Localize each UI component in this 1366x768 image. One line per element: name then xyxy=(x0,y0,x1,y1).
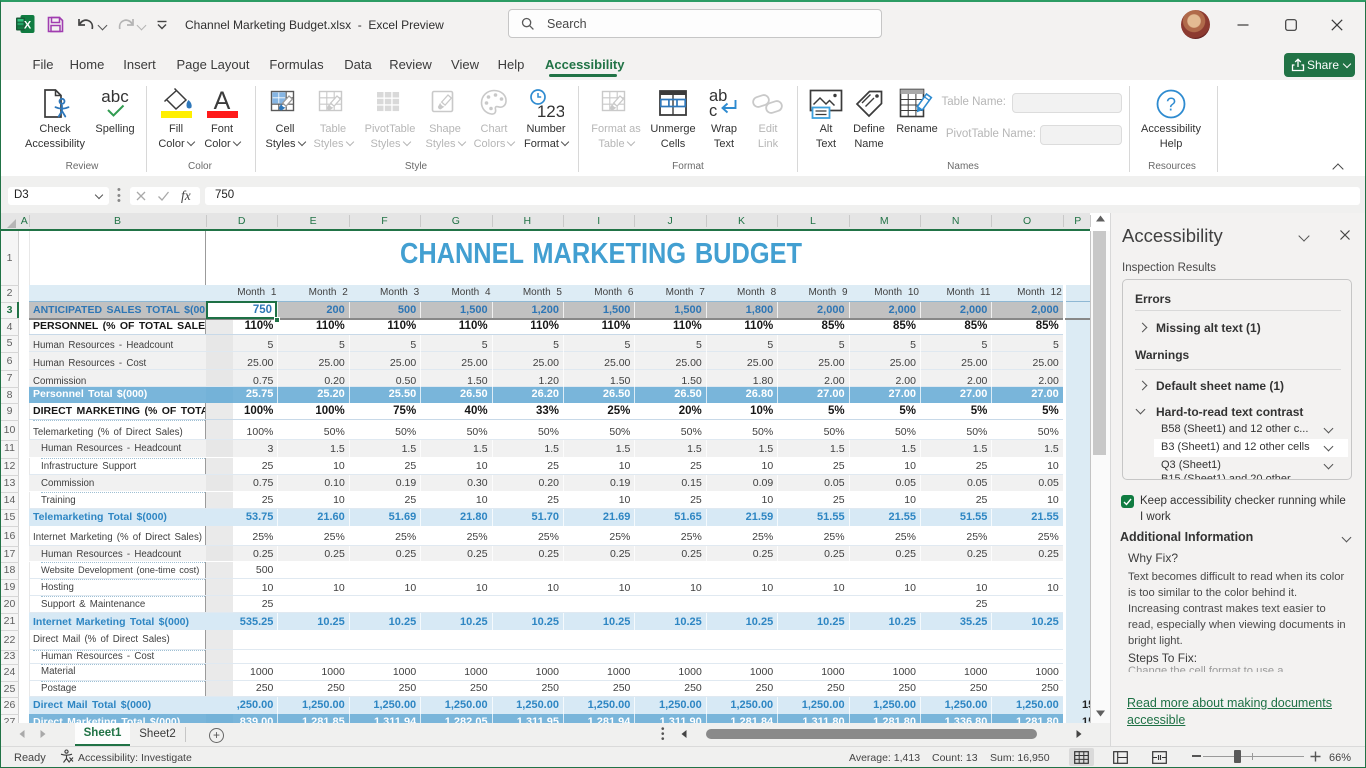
svg-text:abc: abc xyxy=(101,88,129,106)
svg-text:c: c xyxy=(709,102,717,120)
svg-text:X: X xyxy=(24,20,32,32)
svg-text:?: ? xyxy=(1166,95,1176,115)
svg-text:123: 123 xyxy=(537,102,564,120)
svg-text:A: A xyxy=(214,88,231,115)
